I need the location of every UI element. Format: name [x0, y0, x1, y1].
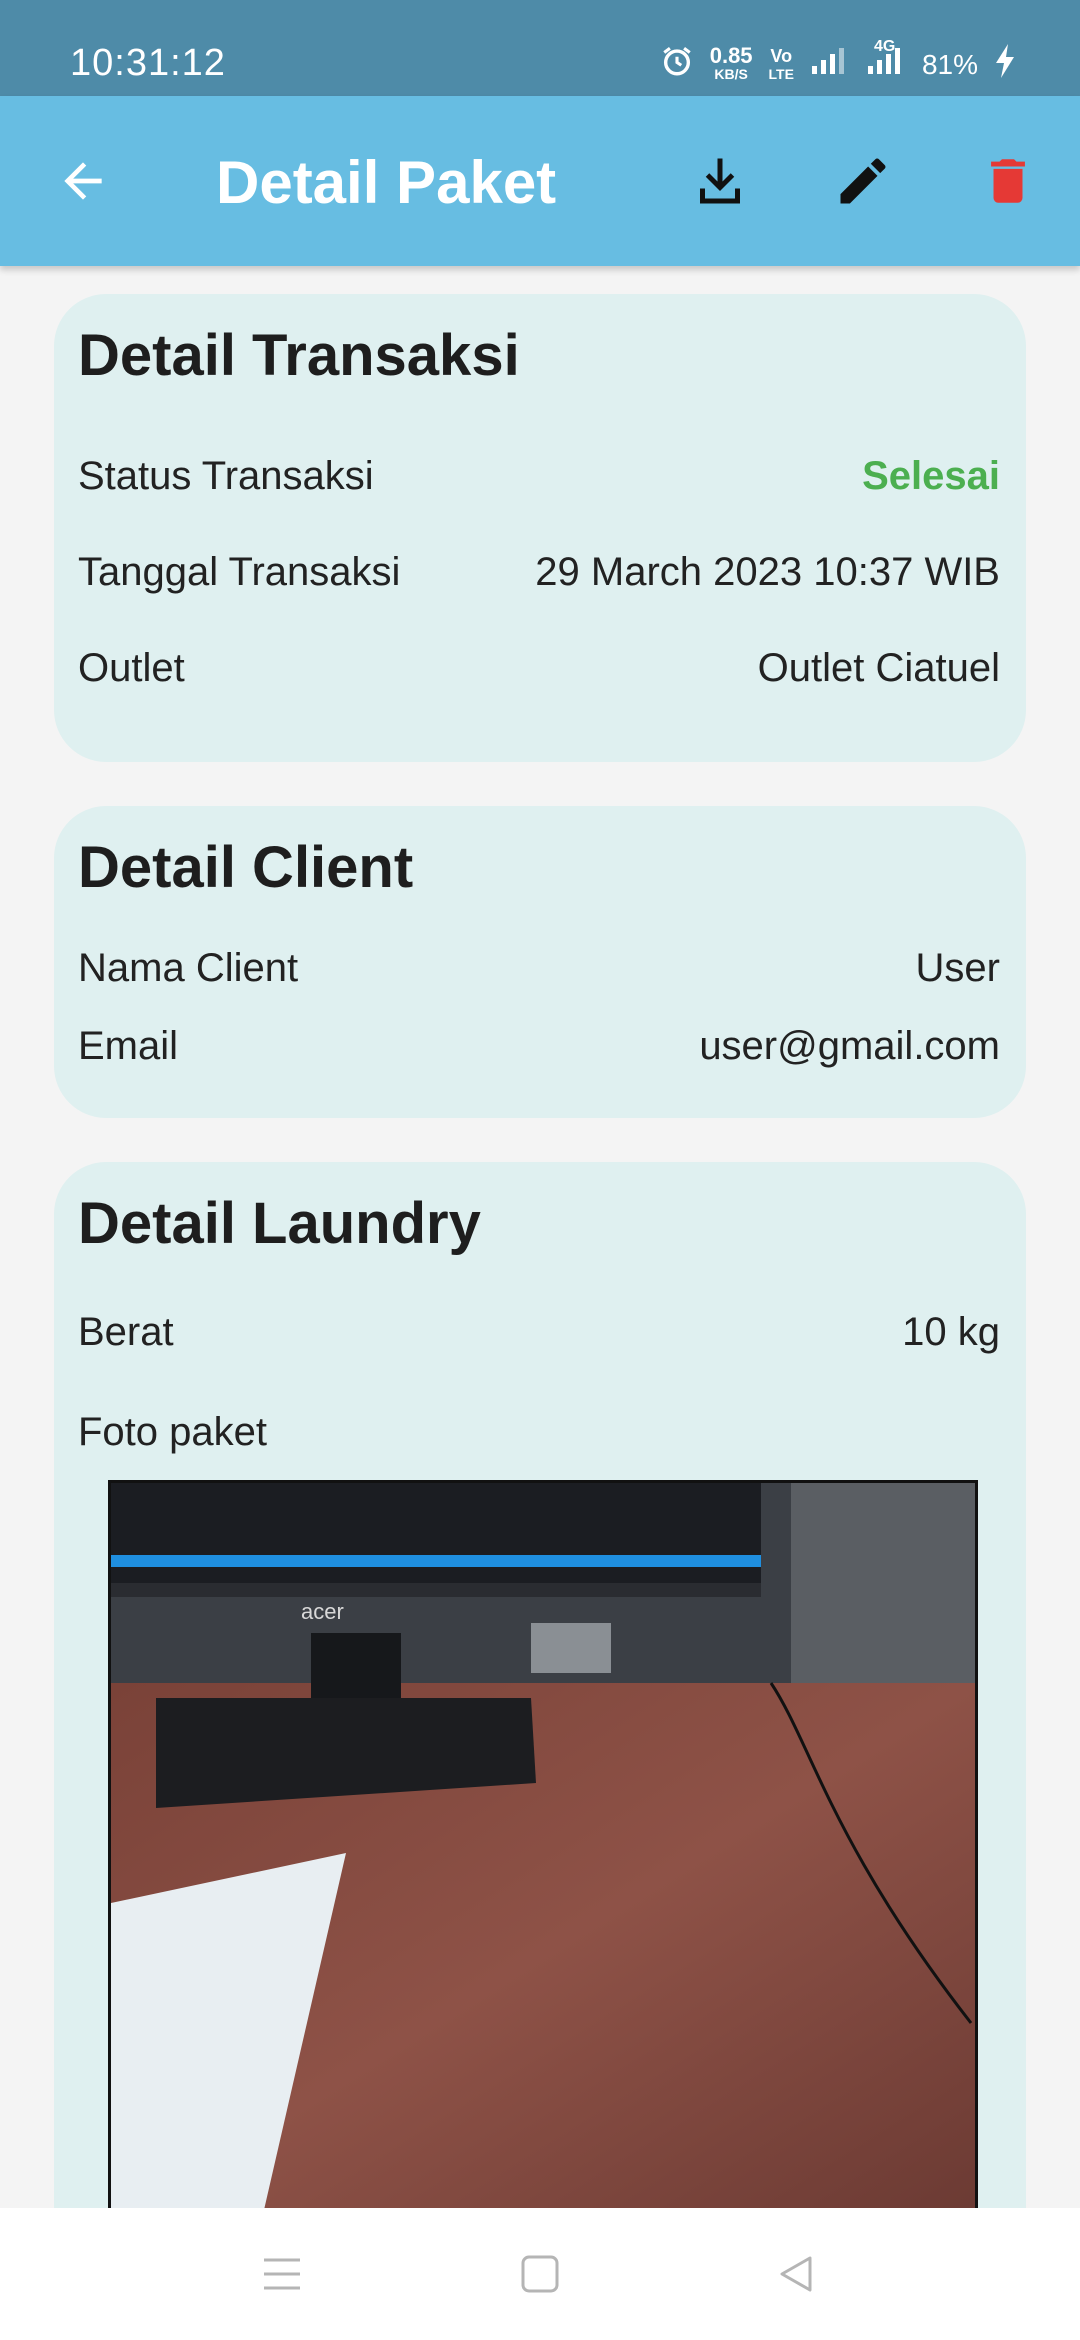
status-bar: 10:31:12 0.85 KB/S Vo LTE 4G 81%: [0, 0, 1080, 96]
client-name-value: User: [915, 946, 1000, 990]
client-card-title: Detail Client: [78, 835, 414, 900]
transaction-card: Detail Transaksi Status Transaksi Selesa…: [54, 294, 1026, 762]
system-nav-bar: [0, 2208, 1080, 2340]
client-email-label: Email: [78, 1024, 179, 1068]
client-email-value: user@gmail.com: [699, 1024, 1000, 1068]
status-badge: Selesai: [862, 454, 1000, 498]
status-row: Status Transaksi Selesai: [78, 454, 1000, 499]
menu-icon[interactable]: [252, 2244, 312, 2304]
photo-label-row: Foto paket: [78, 1410, 1000, 1455]
outlet-row: Outlet Outlet Ciatuel: [78, 646, 1000, 691]
outlet-label: Outlet: [78, 646, 185, 690]
battery-level: 81%: [921, 48, 978, 80]
date-label: Tanggal Transaksi: [78, 550, 401, 594]
laundry-card: Detail Laundry Berat 10 kg Foto paket ac…: [54, 1162, 1026, 2262]
net-speed: 0.85 KB/S: [709, 42, 753, 82]
client-card: Detail Client Nama Client User Email use…: [54, 806, 1026, 1118]
client-name-row: Nama Client User: [78, 946, 1000, 991]
weight-value: 10 kg: [902, 1310, 1000, 1354]
delete-icon[interactable]: [963, 136, 1053, 226]
page-title: Detail Paket: [216, 149, 557, 216]
package-photo[interactable]: acer: [108, 1480, 978, 2226]
home-icon[interactable]: [510, 2244, 570, 2304]
download-icon[interactable]: [675, 136, 765, 226]
app-bar: Detail Paket: [0, 96, 1080, 266]
edit-icon[interactable]: [818, 136, 908, 226]
transaction-card-title: Detail Transaksi: [78, 323, 520, 388]
charging-icon: [994, 44, 1016, 85]
weight-label: Berat: [78, 1310, 174, 1354]
back-icon[interactable]: [766, 2244, 826, 2304]
photo-label: Foto paket: [78, 1410, 268, 1454]
client-name-label: Nama Client: [78, 946, 299, 990]
status-icons: 0.85 KB/S Vo LTE 4G 81%: [660, 38, 1016, 85]
outlet-value: Outlet Ciatuel: [757, 646, 1000, 690]
laundry-card-title: Detail Laundry: [78, 1191, 481, 1256]
monitor-brand-text: acer: [301, 1599, 344, 1624]
status-time: 10:31:12: [70, 42, 226, 84]
status-label: Status Transaksi: [78, 454, 374, 498]
signal-icon: [810, 46, 850, 83]
date-value: 29 March 2023 10:37 WIB: [535, 550, 1000, 594]
date-row: Tanggal Transaksi 29 March 2023 10:37 WI…: [78, 550, 1000, 595]
volte-badge: Vo LTE: [768, 45, 794, 82]
client-email-row: Email user@gmail.com: [78, 1024, 1000, 1069]
back-arrow-icon[interactable]: [38, 136, 128, 226]
package-photo-image: acer: [111, 1483, 975, 2223]
weight-row: Berat 10 kg: [78, 1310, 1000, 1355]
signal-4g-icon: 4G: [866, 38, 906, 83]
alarm-icon: [660, 44, 694, 85]
